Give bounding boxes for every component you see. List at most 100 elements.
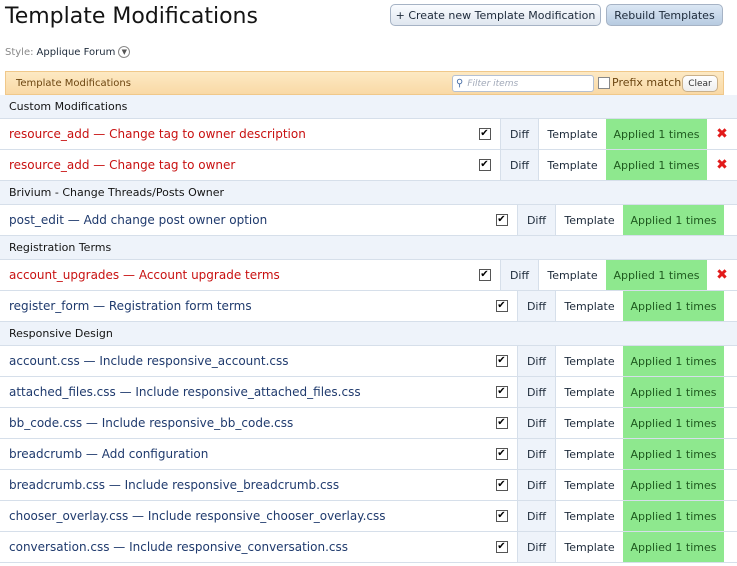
template-link[interactable]: Template bbox=[556, 501, 623, 531]
row-padding bbox=[724, 501, 737, 531]
enabled-checkbox[interactable]: ✔ bbox=[495, 510, 508, 522]
applied-count-badge[interactable]: Applied 1 times bbox=[623, 532, 724, 562]
applied-count-badge[interactable]: Applied 1 times bbox=[623, 408, 724, 438]
diff-link[interactable]: Diff bbox=[517, 439, 556, 469]
group-header: Registration Terms bbox=[0, 236, 737, 260]
diff-link[interactable]: Diff bbox=[500, 150, 539, 180]
template-link[interactable]: Template bbox=[539, 150, 606, 180]
diff-link[interactable]: Diff bbox=[517, 408, 556, 438]
modification-title-link[interactable]: resource_add — Change tag to owner descr… bbox=[0, 119, 469, 149]
enabled-checkbox[interactable]: ✔ bbox=[478, 269, 491, 281]
modification-title-link[interactable]: conversation.css — Include responsive_co… bbox=[0, 532, 486, 562]
filter-placeholder: Filter items bbox=[467, 78, 519, 89]
applied-count-badge[interactable]: Applied 1 times bbox=[606, 260, 707, 290]
table-row: resource_add — Change tag to owner descr… bbox=[0, 119, 737, 150]
diff-link[interactable]: Diff bbox=[500, 260, 539, 290]
template-link[interactable]: Template bbox=[556, 408, 623, 438]
row-padding bbox=[724, 470, 737, 500]
modification-title-link[interactable]: bb_code.css — Include responsive_bb_code… bbox=[0, 408, 486, 438]
enabled-toggle[interactable]: ✔ bbox=[486, 439, 517, 469]
rebuild-templates-button[interactable]: Rebuild Templates bbox=[606, 4, 723, 26]
diff-link[interactable]: Diff bbox=[500, 119, 539, 149]
enabled-checkbox[interactable]: ✔ bbox=[495, 541, 508, 553]
template-link[interactable]: Template bbox=[556, 291, 623, 321]
applied-count-badge[interactable]: Applied 1 times bbox=[623, 501, 724, 531]
template-link[interactable]: Template bbox=[539, 260, 606, 290]
applied-count-badge[interactable]: Applied 1 times bbox=[623, 291, 724, 321]
prefix-match-checkbox[interactable] bbox=[598, 76, 610, 89]
enabled-checkbox[interactable]: ✔ bbox=[495, 417, 508, 429]
enabled-toggle[interactable]: ✔ bbox=[486, 346, 517, 376]
modification-title-link[interactable]: breadcrumb.css — Include responsive_brea… bbox=[0, 470, 486, 500]
modification-title-link[interactable]: account_upgrades — Account upgrade terms bbox=[0, 260, 469, 290]
row-padding bbox=[724, 346, 737, 376]
row-padding bbox=[724, 291, 737, 321]
applied-count-badge[interactable]: Applied 1 times bbox=[623, 439, 724, 469]
diff-link[interactable]: Diff bbox=[517, 346, 556, 376]
applied-count-badge[interactable]: Applied 1 times bbox=[623, 205, 724, 235]
table-row: account.css — Include responsive_account… bbox=[0, 346, 737, 377]
enabled-checkbox[interactable]: ✔ bbox=[478, 159, 491, 171]
template-link[interactable]: Template bbox=[556, 205, 623, 235]
prefix-match-toggle[interactable]: Prefix match bbox=[598, 76, 681, 89]
applied-count-badge[interactable]: Applied 1 times bbox=[606, 119, 707, 149]
table-row: chooser_overlay.css — Include responsive… bbox=[0, 501, 737, 532]
diff-link[interactable]: Diff bbox=[517, 205, 556, 235]
enabled-toggle[interactable]: ✔ bbox=[486, 377, 517, 407]
applied-count-badge[interactable]: Applied 1 times bbox=[623, 470, 724, 500]
modification-title-link[interactable]: attached_files.css — Include responsive_… bbox=[0, 377, 486, 407]
create-template-modification-button[interactable]: + Create new Template Modification bbox=[390, 4, 601, 26]
diff-link[interactable]: Diff bbox=[517, 291, 556, 321]
enabled-checkbox[interactable]: ✔ bbox=[495, 214, 508, 226]
enabled-toggle[interactable]: ✔ bbox=[486, 501, 517, 531]
enabled-toggle[interactable]: ✔ bbox=[486, 532, 517, 562]
modification-title-link[interactable]: register_form — Registration form terms bbox=[0, 291, 486, 321]
filter-input[interactable]: ⚲ Filter items bbox=[452, 75, 594, 92]
template-link[interactable]: Template bbox=[556, 346, 623, 376]
table-row: resource_add — Change tag to owner ✔ Dif… bbox=[0, 150, 737, 181]
template-link[interactable]: Template bbox=[556, 532, 623, 562]
enabled-checkbox[interactable]: ✔ bbox=[495, 300, 508, 312]
template-link[interactable]: Template bbox=[556, 377, 623, 407]
applied-count-badge[interactable]: Applied 1 times bbox=[623, 377, 724, 407]
delete-icon[interactable]: ✖ bbox=[707, 150, 737, 180]
enabled-toggle[interactable]: ✔ bbox=[486, 408, 517, 438]
search-icon: ⚲ bbox=[456, 78, 464, 89]
diff-link[interactable]: Diff bbox=[517, 377, 556, 407]
enabled-toggle[interactable]: ✔ bbox=[486, 470, 517, 500]
enabled-toggle[interactable]: ✔ bbox=[486, 205, 517, 235]
table-row: breadcrumb.css — Include responsive_brea… bbox=[0, 470, 737, 501]
diff-link[interactable]: Diff bbox=[517, 532, 556, 562]
row-padding bbox=[724, 532, 737, 562]
delete-icon[interactable]: ✖ bbox=[707, 260, 737, 290]
modification-title-link[interactable]: post_edit — Add change post owner option bbox=[0, 205, 486, 235]
modification-title-link[interactable]: account.css — Include responsive_account… bbox=[0, 346, 486, 376]
enabled-toggle[interactable]: ✔ bbox=[469, 260, 500, 290]
enabled-toggle[interactable]: ✔ bbox=[469, 150, 500, 180]
clear-filter-button[interactable]: Clear bbox=[682, 75, 718, 92]
delete-icon[interactable]: ✖ bbox=[707, 119, 737, 149]
chevron-down-icon[interactable]: ▼ bbox=[118, 46, 131, 58]
applied-count-badge[interactable]: Applied 1 times bbox=[606, 150, 707, 180]
template-link[interactable]: Template bbox=[539, 119, 606, 149]
modification-title-link[interactable]: resource_add — Change tag to owner bbox=[0, 150, 469, 180]
enabled-checkbox[interactable]: ✔ bbox=[495, 479, 508, 491]
list-header: Template Modifications ⚲ Filter items Pr… bbox=[5, 71, 724, 95]
diff-link[interactable]: Diff bbox=[517, 501, 556, 531]
applied-count-badge[interactable]: Applied 1 times bbox=[623, 346, 724, 376]
enabled-checkbox[interactable]: ✔ bbox=[495, 448, 508, 460]
table-row: bb_code.css — Include responsive_bb_code… bbox=[0, 408, 737, 439]
style-value[interactable]: Applique Forum bbox=[37, 47, 116, 58]
enabled-checkbox[interactable]: ✔ bbox=[495, 355, 508, 367]
table-row: register_form — Registration form terms … bbox=[0, 291, 737, 322]
enabled-checkbox[interactable]: ✔ bbox=[495, 386, 508, 398]
enabled-checkbox[interactable]: ✔ bbox=[478, 128, 491, 140]
enabled-toggle[interactable]: ✔ bbox=[469, 119, 500, 149]
diff-link[interactable]: Diff bbox=[517, 470, 556, 500]
modification-title-link[interactable]: chooser_overlay.css — Include responsive… bbox=[0, 501, 486, 531]
row-padding bbox=[724, 377, 737, 407]
template-link[interactable]: Template bbox=[556, 439, 623, 469]
enabled-toggle[interactable]: ✔ bbox=[486, 291, 517, 321]
modification-title-link[interactable]: breadcrumb — Add configuration bbox=[0, 439, 486, 469]
template-link[interactable]: Template bbox=[556, 470, 623, 500]
